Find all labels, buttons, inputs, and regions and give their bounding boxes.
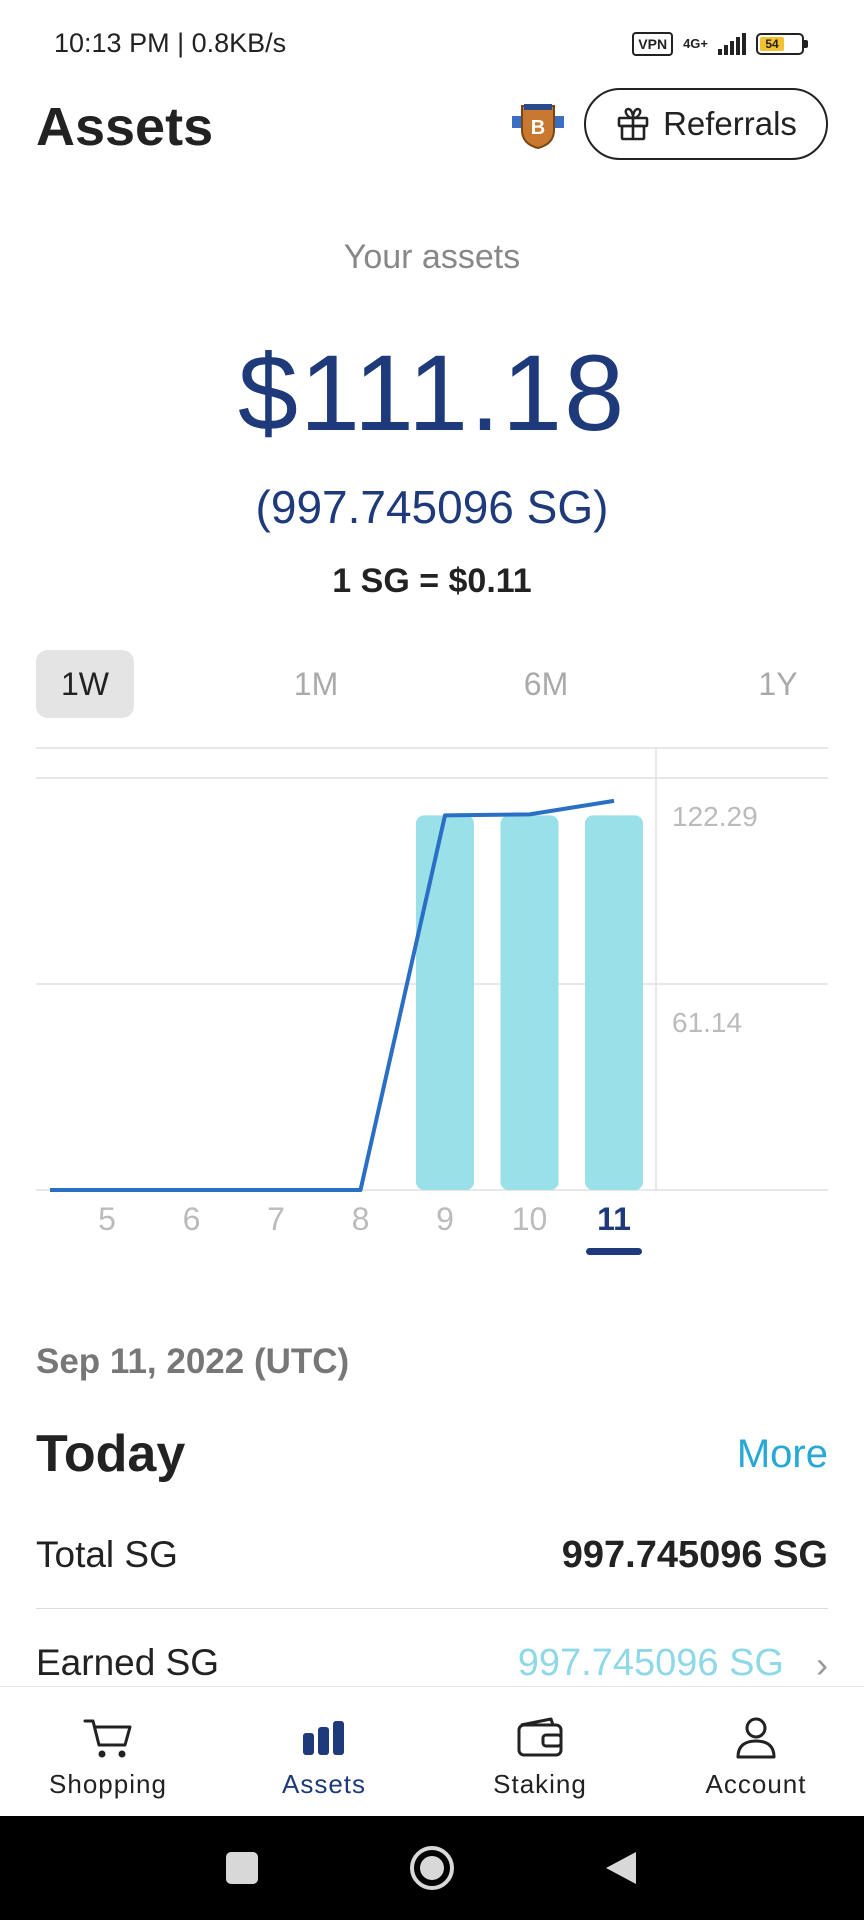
earned-sg-value[interactable]: 997.745096 SG (518, 1642, 784, 1685)
rank-badge-icon[interactable]: B (512, 100, 564, 150)
chart-bar[interactable] (500, 815, 559, 1190)
x-tick-label[interactable]: 9 (436, 1201, 454, 1237)
status-time: 10:13 PM | 0.8KB/s (54, 28, 287, 58)
referrals-label: Referrals (663, 105, 797, 142)
referrals-button[interactable]: Referrals (584, 88, 828, 160)
y-tick-label: 122.29 (672, 801, 758, 832)
network-type: 4G+ (683, 36, 708, 51)
earned-sg-label[interactable]: Earned SG (36, 1642, 219, 1684)
tab-1m[interactable]: 1M (266, 650, 366, 718)
tab-1y[interactable]: 1Y (728, 650, 828, 718)
assets-caption: Your assets (343, 238, 521, 276)
assets-chart[interactable]: 61.14 122.29 5 6 7 8 9 10 11 (0, 740, 864, 1260)
recent-apps-icon[interactable] (226, 1852, 258, 1884)
x-tick-label[interactable]: 10 (512, 1201, 548, 1237)
nav-staking-label: Staking (493, 1769, 587, 1799)
x-tick-label[interactable]: 6 (183, 1201, 201, 1237)
x-tick-label[interactable]: 11 (597, 1201, 631, 1237)
nav-staking[interactable]: Staking (432, 1687, 648, 1817)
system-nav-bar (0, 1816, 864, 1920)
chevron-right-icon[interactable]: › (816, 1644, 828, 1686)
home-icon[interactable] (410, 1846, 454, 1890)
badge-letter: B (531, 117, 545, 139)
nav-account-label: Account (705, 1769, 807, 1799)
section-title-today: Today (36, 1425, 186, 1483)
nav-shopping-label: Shopping (49, 1769, 167, 1799)
nav-assets-label: Assets (281, 1769, 367, 1799)
person-icon (736, 1717, 776, 1759)
bar-chart-icon (303, 1721, 344, 1755)
tab-1w[interactable]: 1W (36, 650, 134, 718)
bottom-nav: Shopping Assets Staking Account (0, 1686, 864, 1817)
date-label: Sep 11, 2022 (UTC) (36, 1342, 350, 1381)
chart-bar[interactable] (416, 815, 474, 1190)
chart-bar[interactable] (585, 815, 643, 1190)
x-tick-label[interactable]: 5 (98, 1201, 116, 1237)
x-tick-label[interactable]: 8 (352, 1201, 370, 1237)
total-sg-value: 997.745096 SG (561, 1534, 828, 1576)
total-sg-label: Total SG (36, 1534, 178, 1575)
page-title: Assets (36, 97, 214, 157)
back-icon[interactable] (606, 1852, 636, 1884)
nav-account[interactable]: Account (648, 1687, 864, 1817)
exchange-rate: 1 SG = $0.11 (332, 562, 532, 600)
gift-icon (617, 107, 649, 141)
nav-assets[interactable]: Assets (216, 1687, 432, 1817)
cart-icon (83, 1719, 132, 1758)
status-icons: VPN 4G+ 54 (632, 32, 808, 56)
tab-6m[interactable]: 6M (496, 650, 596, 718)
battery-icon: 54 (756, 33, 808, 55)
nav-shopping[interactable]: Shopping (0, 1687, 216, 1817)
vpn-indicator: VPN (632, 32, 674, 56)
row-divider (36, 1608, 828, 1609)
more-link[interactable]: More (737, 1432, 828, 1477)
y-tick-label: 61.14 (672, 1007, 742, 1038)
wallet-icon (517, 1717, 563, 1757)
assets-amount-sg: (997.745096 SG) (255, 481, 609, 533)
assets-amount-usd: $111.18 (237, 332, 627, 453)
selected-day-indicator (586, 1248, 642, 1255)
battery-level: 54 (760, 37, 784, 51)
x-tick-label[interactable]: 7 (267, 1201, 285, 1237)
signal-icon (718, 33, 746, 55)
